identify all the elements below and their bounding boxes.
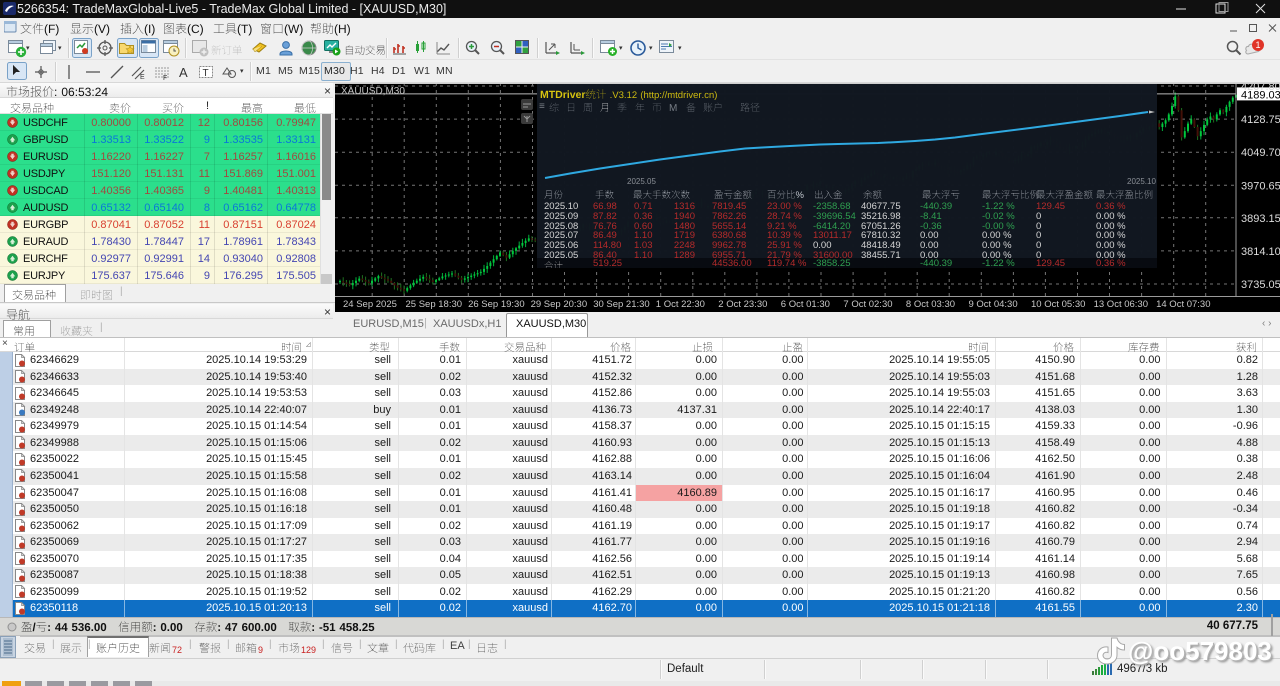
- svg-text:3893.15: 3893.15: [1241, 213, 1280, 225]
- svg-text:10 Oct 05:30: 10 Oct 05:30: [1031, 299, 1085, 310]
- svg-text:9 Oct 04:30: 9 Oct 04:30: [969, 299, 1018, 310]
- svg-text:26 Sep 19:30: 26 Sep 19:30: [468, 299, 525, 310]
- svg-text:T: T: [203, 68, 209, 79]
- svg-text:4207.80: 4207.80: [1241, 83, 1280, 93]
- svg-text:4128.75: 4128.75: [1241, 114, 1280, 126]
- svg-text:30 Sep 21:30: 30 Sep 21:30: [593, 299, 650, 310]
- svg-text:25 Sep 18:30: 25 Sep 18:30: [406, 299, 463, 310]
- svg-text:E: E: [140, 74, 145, 81]
- svg-text:F: F: [163, 75, 167, 82]
- svg-text:2 Oct 23:30: 2 Oct 23:30: [718, 299, 767, 310]
- svg-text:6 Oct 01:30: 6 Oct 01:30: [781, 299, 830, 310]
- svg-text:1 Oct 22:30: 1 Oct 22:30: [656, 299, 705, 310]
- svg-text:3970.65: 3970.65: [1241, 180, 1280, 192]
- svg-text:A: A: [179, 65, 188, 80]
- svg-text:8 Oct 03:30: 8 Oct 03:30: [906, 299, 955, 310]
- svg-text:3814.10: 3814.10: [1241, 246, 1280, 258]
- svg-text:29 Sep 20:30: 29 Sep 20:30: [531, 299, 588, 310]
- svg-text:4049.70: 4049.70: [1241, 147, 1280, 159]
- svg-text:14 Oct 07:30: 14 Oct 07:30: [1156, 299, 1210, 310]
- svg-text:1: 1: [1255, 40, 1260, 50]
- svg-text:13 Oct 06:30: 13 Oct 06:30: [1094, 299, 1148, 310]
- svg-text:7 Oct 02:30: 7 Oct 02:30: [843, 299, 892, 310]
- svg-text:3735.05: 3735.05: [1241, 279, 1280, 291]
- svg-text:24 Sep 2025: 24 Sep 2025: [343, 299, 397, 310]
